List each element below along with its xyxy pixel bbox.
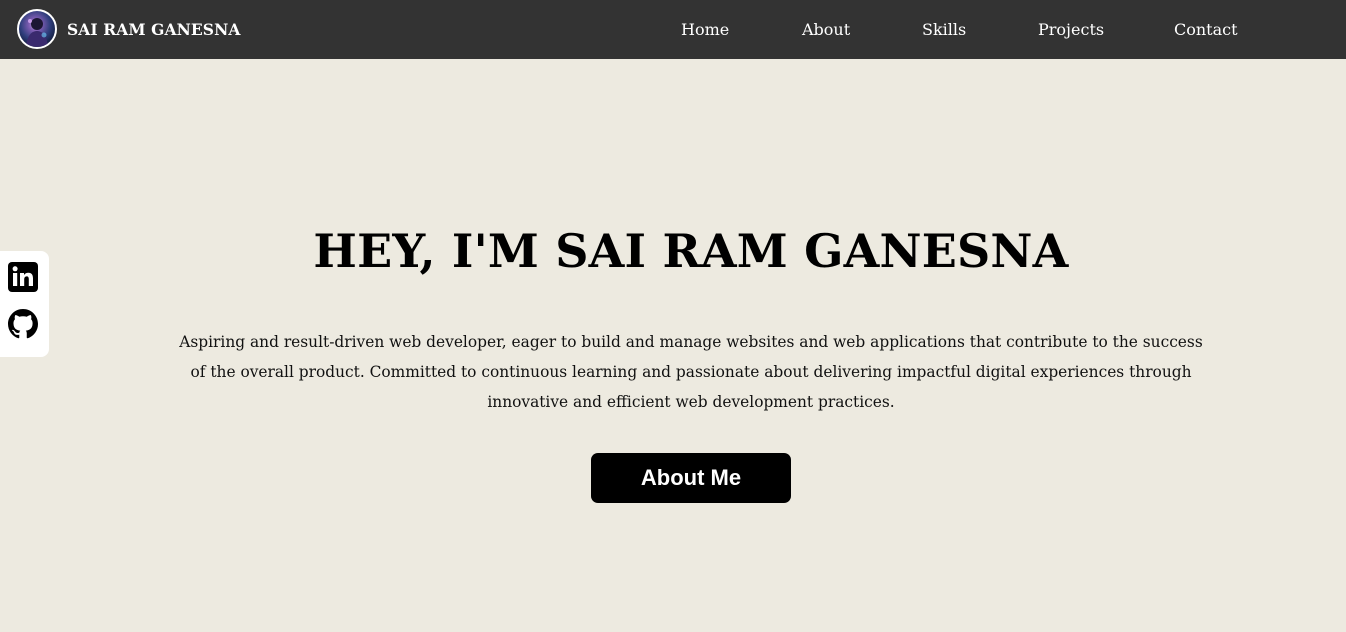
about-me-button[interactable]: About Me <box>591 453 791 503</box>
nav-about[interactable]: About <box>802 20 850 39</box>
nav-skills[interactable]: Skills <box>922 20 966 39</box>
hero-description: Aspiring and result-driven web developer… <box>179 333 1203 411</box>
navbar: SAI RAM GANESNA Home About Skills Projec… <box>0 0 1346 59</box>
nav-projects[interactable]: Projects <box>1038 20 1104 39</box>
nav-links: Home About Skills Projects Contact <box>0 0 1346 59</box>
hero-title: HEY, I'M SAI RAM GANESNA <box>313 224 1069 278</box>
nav-contact[interactable]: Contact <box>1174 20 1238 39</box>
nav-home[interactable]: Home <box>681 20 729 39</box>
github-icon[interactable] <box>8 309 38 339</box>
